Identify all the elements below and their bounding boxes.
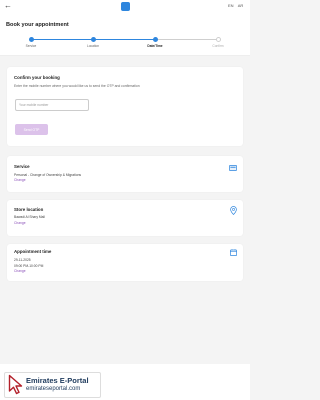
change-appointment-link[interactable]: Change xyxy=(14,269,26,273)
step-label-datetime: Date/Time xyxy=(147,44,163,48)
cursor-arrow-icon xyxy=(8,374,23,395)
language-switcher: EN AR xyxy=(228,3,246,9)
service-summary-card: Service Personal - Change of Ownership &… xyxy=(7,156,243,192)
change-location-link[interactable]: Change xyxy=(14,221,26,225)
step-connector-3 xyxy=(155,39,218,40)
top-bar: ← EN AR xyxy=(0,0,250,14)
app-logo-icon xyxy=(121,2,130,11)
service-value: Personal - Change of Ownership & Migrati… xyxy=(14,173,82,177)
service-title: Service xyxy=(14,164,30,169)
step-dot-location xyxy=(90,37,96,42)
store-location-title: Store location xyxy=(14,207,44,212)
language-option-en[interactable]: EN xyxy=(228,3,234,9)
appointment-time-title: Appointment time xyxy=(14,249,52,254)
step-dot-datetime xyxy=(152,37,158,42)
step-label-service: Service xyxy=(25,44,37,48)
store-location-value: Bawadi Al Shary Mall xyxy=(14,215,45,219)
confirm-booking-subtitle: Enter the mobile number where you would … xyxy=(14,84,140,88)
appointment-summary-card: Appointment time 29-11-2025 09:00 PM-10:… xyxy=(7,244,243,281)
step-label-location: Location xyxy=(86,44,100,48)
watermark-title: Emirates E-Portal xyxy=(26,376,89,385)
location-summary-card: Store location Bawadi Al Shary Mall Chan… xyxy=(7,200,243,236)
arrow-left-icon[interactable]: ← xyxy=(4,1,12,11)
language-option-ar[interactable]: AR xyxy=(238,3,244,9)
step-label-confirm: Confirm xyxy=(212,44,224,48)
step-connector-1 xyxy=(31,39,93,40)
location-pin-icon xyxy=(230,206,237,215)
page-title: Book your appointment xyxy=(6,22,69,28)
step-dot-confirm xyxy=(215,37,221,42)
appointment-time: 09:00 PM-10:00 PM xyxy=(14,264,44,268)
change-service-link[interactable]: Change xyxy=(14,178,26,182)
mobile-number-input[interactable] xyxy=(15,99,89,111)
confirm-booking-title: Confirm your booking xyxy=(14,75,60,80)
id-card-icon xyxy=(229,165,237,171)
appointment-date: 29-11-2025 xyxy=(14,258,31,262)
send-otp-button[interactable]: Send OTP xyxy=(15,124,48,135)
calendar-icon xyxy=(230,249,237,256)
booking-stepper: Service Location Date/Time Confirm xyxy=(0,35,250,49)
step-dot-service xyxy=(28,37,34,42)
watermark-url: emirateseportal.com xyxy=(26,386,81,392)
step-connector-2 xyxy=(93,39,155,40)
